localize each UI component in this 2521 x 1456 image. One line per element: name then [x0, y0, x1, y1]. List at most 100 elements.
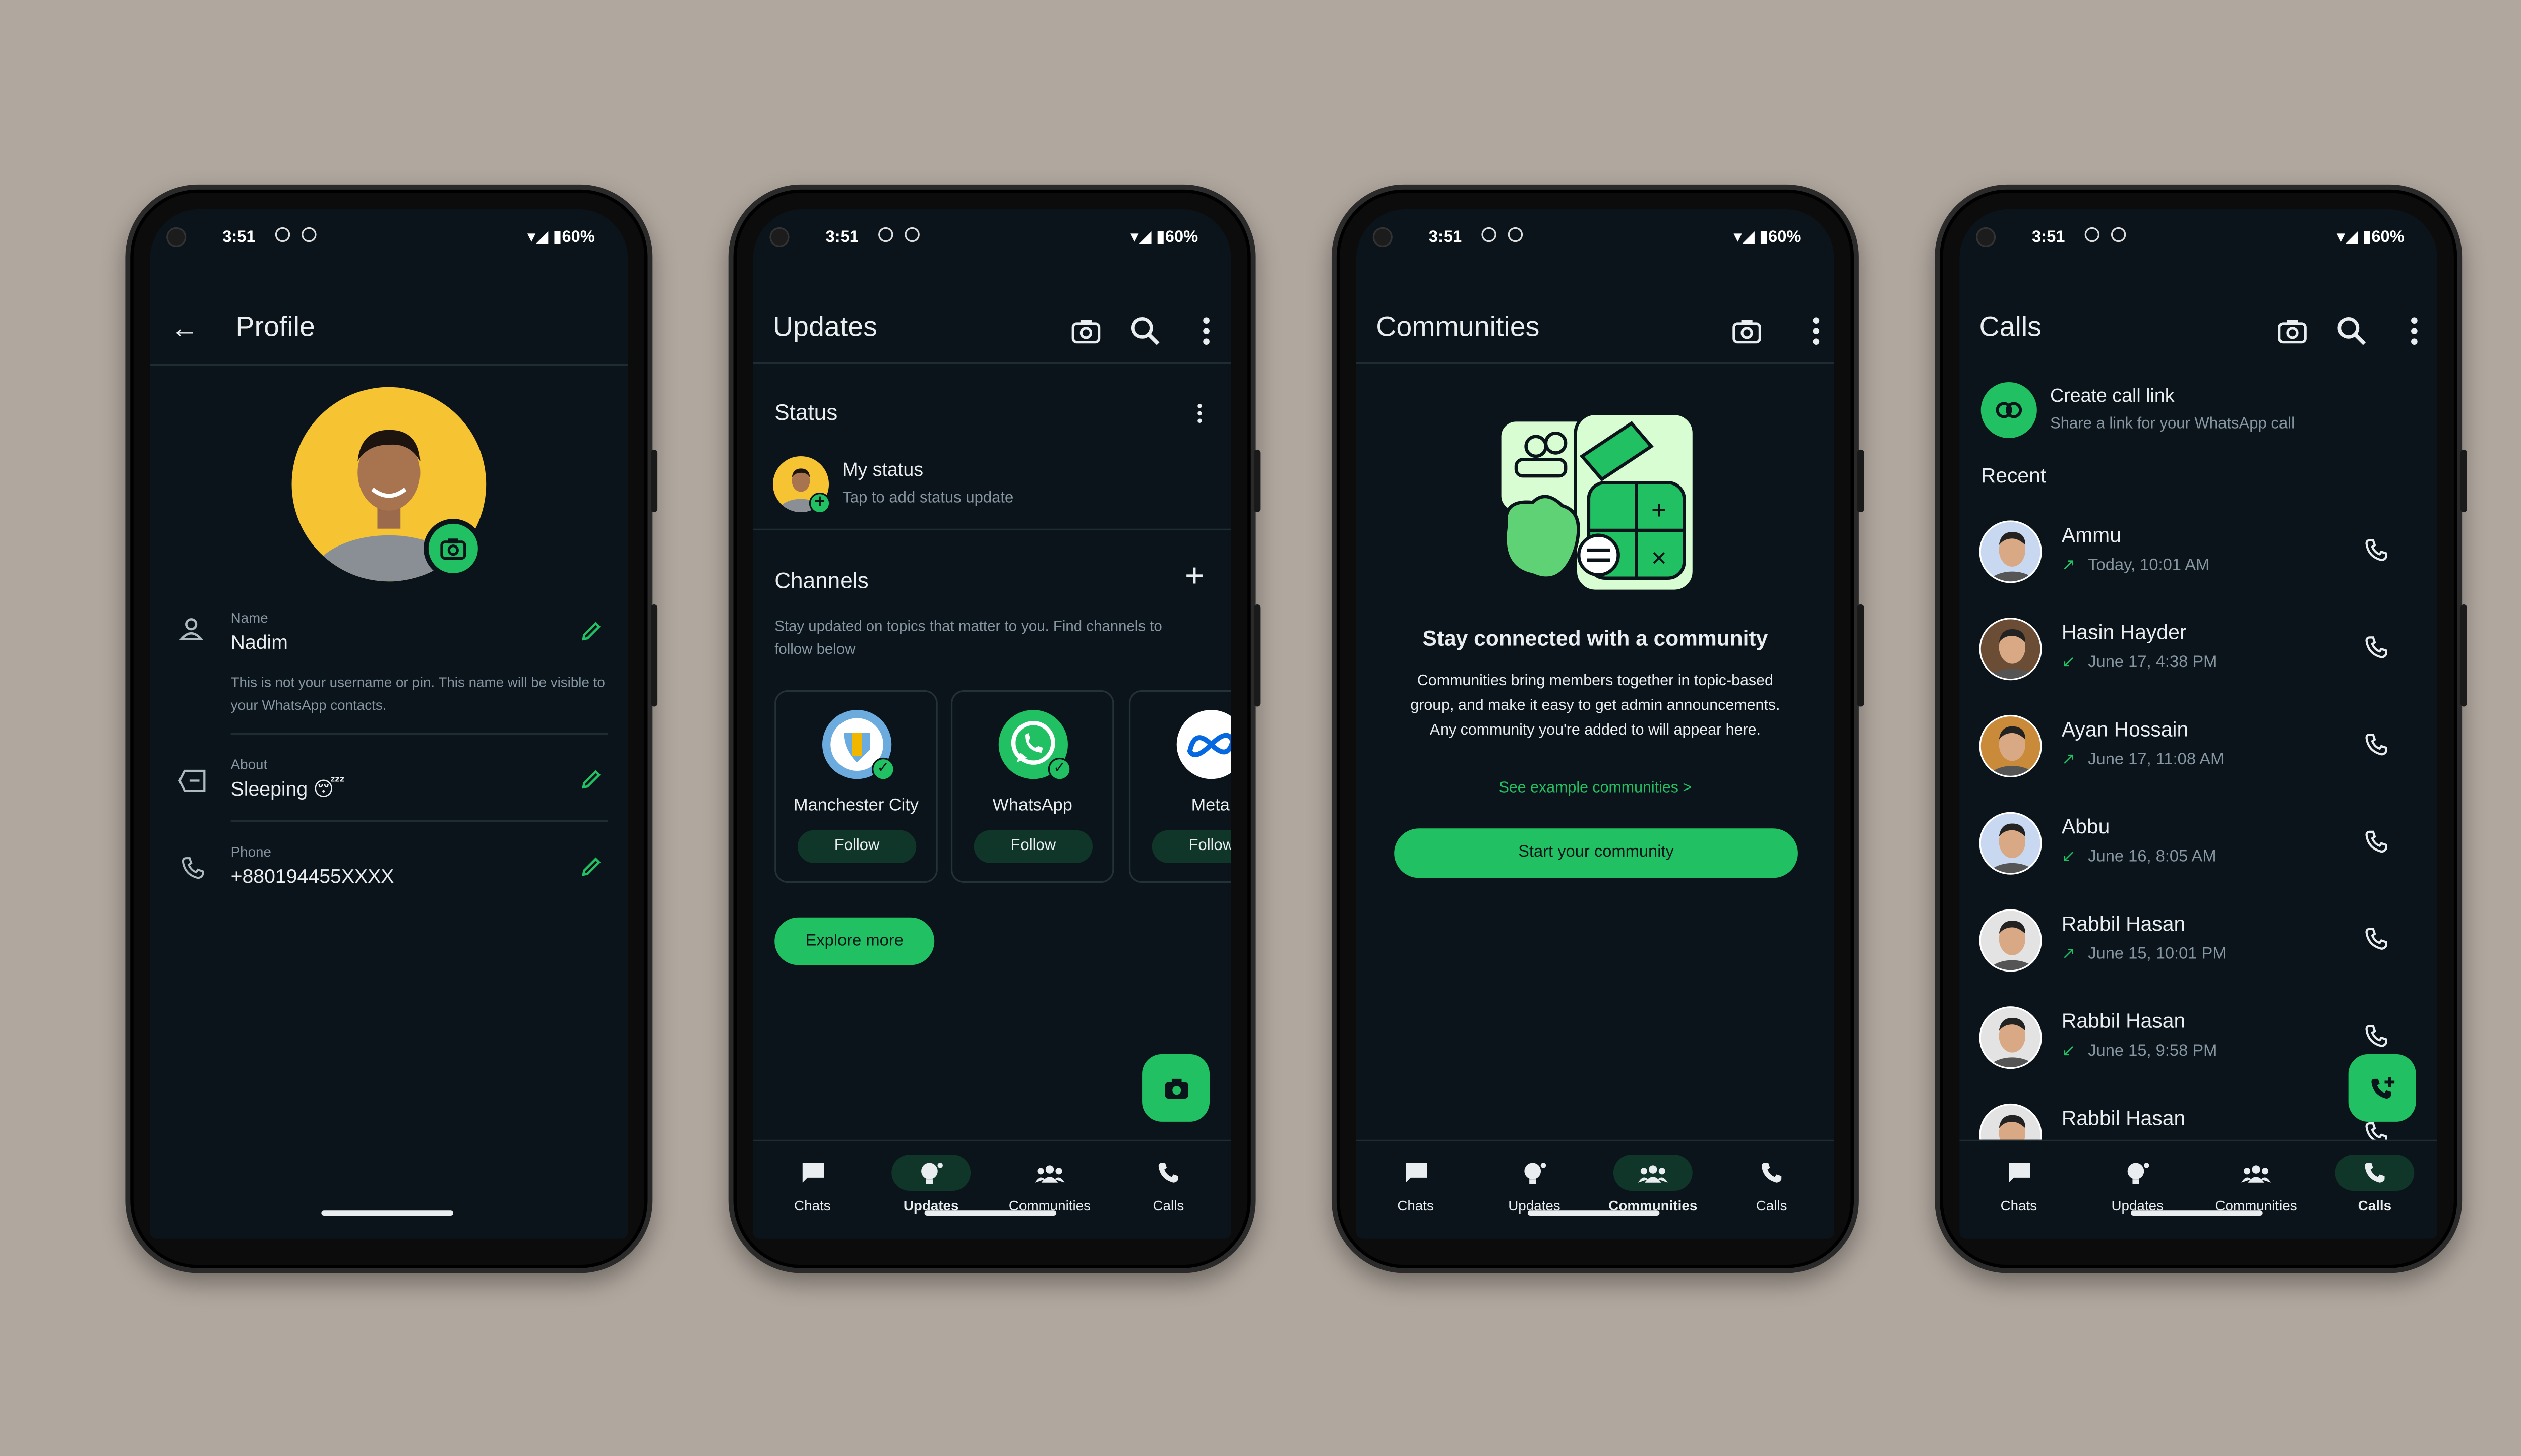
home-indicator[interactable] — [2131, 1210, 2263, 1216]
edit-pencil-icon — [582, 770, 601, 789]
name-label: Name — [230, 609, 268, 626]
call-phone-icon[interactable] — [2365, 538, 2388, 562]
avatar[interactable] — [1979, 520, 2042, 583]
nav-chats[interactable]: Chats — [763, 1155, 862, 1214]
phone-row[interactable]: Phone +880194455XXXX — [150, 840, 628, 909]
call-time: June 15, 10:01 PM — [2088, 945, 2227, 964]
call-phone-icon[interactable] — [2365, 927, 2388, 950]
status-bar: 3:51 ▾◢ ▮60% — [150, 209, 628, 265]
edit-pencil-icon — [582, 622, 601, 641]
call-phone-icon[interactable] — [2365, 1024, 2388, 1048]
call-row[interactable]: Ammu ↗ Today, 10:01 AM — [1959, 519, 2437, 611]
see-examples-link[interactable]: See example communities > — [1356, 779, 1834, 796]
call-row[interactable]: Hasin Hayder ↙ June 17, 4:38 PM — [1959, 616, 2437, 708]
new-call-fab[interactable] — [2348, 1054, 2416, 1122]
call-row[interactable]: Rabbil Hasan ↗ June 15, 10:01 PM — [1959, 907, 2437, 1000]
communities-topbar: Communities — [1356, 295, 1834, 365]
channel-card[interactable]: ✓ Manchester City Follow — [774, 690, 938, 883]
channels-heading: Channels — [774, 568, 869, 593]
camera-cutout — [166, 227, 187, 248]
nav-communities[interactable]: Communities — [2207, 1155, 2306, 1214]
home-indicator[interactable] — [924, 1210, 1057, 1216]
name-value: Nadim — [230, 631, 288, 654]
call-row[interactable]: Abbu ↙ June 16, 8:05 AM — [1959, 810, 2437, 902]
phone-value: +880194455XXXX — [230, 865, 394, 888]
follow-button[interactable]: Follow — [974, 830, 1093, 863]
camera-cutout — [1372, 227, 1393, 248]
call-time: June 15, 9:58 PM — [2088, 1043, 2217, 1061]
call-time: June 17, 4:38 PM — [2088, 653, 2217, 672]
camera-icon[interactable] — [1732, 316, 1762, 346]
call-direction-icon: ↗ — [2061, 945, 2076, 964]
my-status-row[interactable]: + My status Tap to add status update — [753, 450, 1231, 516]
nav-updates[interactable]: Updates — [882, 1155, 981, 1214]
call-phone-icon[interactable] — [2365, 830, 2388, 854]
start-community-button[interactable]: Start your community — [1394, 828, 1798, 878]
my-status-title: My status — [842, 461, 924, 481]
call-phone-icon[interactable] — [2365, 733, 2388, 756]
caller-name: Ayan Hossain — [2061, 718, 2189, 742]
home-indicator[interactable] — [1527, 1210, 1660, 1216]
community-illustration: + × — [1498, 411, 1696, 593]
status-more-icon[interactable] — [1196, 403, 1203, 423]
about-label: About — [230, 756, 268, 773]
channel-card[interactable]: Meta Follow — [1128, 690, 1231, 883]
page-title: Profile — [235, 311, 315, 343]
avatar[interactable] — [1979, 714, 2042, 778]
nav-chats[interactable]: Chats — [1969, 1155, 2068, 1214]
channel-name: Meta — [1191, 795, 1230, 816]
chat-icon — [1405, 1163, 1426, 1183]
updates-icon — [920, 1162, 942, 1184]
nav-calls[interactable]: Calls — [1722, 1155, 1821, 1214]
follow-button[interactable]: Follow — [1152, 830, 1231, 863]
call-direction-icon: ↙ — [2061, 848, 2076, 867]
follow-button[interactable]: Follow — [797, 830, 917, 863]
call-phone-icon[interactable] — [2365, 636, 2388, 659]
about-row[interactable]: About Sleeping 😴 — [150, 753, 628, 822]
name-row[interactable]: Name Nadim This is not your username or … — [150, 604, 628, 733]
call-phone-icon[interactable] — [2365, 1122, 2388, 1140]
back-arrow-icon[interactable]: ← — [170, 314, 200, 344]
nav-communities[interactable]: Communities — [1000, 1155, 1099, 1214]
avatar[interactable] — [1979, 1103, 2042, 1140]
call-row[interactable]: Ayan Hossain ↗ June 17, 11:08 AM — [1959, 713, 2437, 806]
notification-icon — [275, 227, 290, 242]
camera-fab[interactable] — [1142, 1054, 1210, 1122]
nav-calls[interactable]: Calls — [2325, 1155, 2424, 1214]
bottom-nav: Chats Updates Communities Calls — [1959, 1139, 2438, 1239]
nav-chats[interactable]: Chats — [1366, 1155, 1465, 1214]
avatar[interactable] — [1979, 1006, 2042, 1069]
mockup-stage: 3:51 ▾◢ ▮60% ← Profile Name Nadim This i… — [0, 0, 2521, 1456]
bottom-nav: Chats Updates Communities Calls — [753, 1139, 1231, 1239]
call-direction-icon: ↙ — [2061, 1043, 2076, 1061]
add-status-icon: + — [809, 492, 831, 514]
add-channel-icon[interactable]: + — [1185, 559, 1204, 596]
more-options-icon[interactable] — [1191, 316, 1221, 346]
nav-calls[interactable]: Calls — [1119, 1155, 1218, 1214]
status-time: 3:51 — [1428, 229, 1462, 248]
nav-communities[interactable]: Communities — [1603, 1155, 1702, 1214]
name-hint: This is not your username or pin. This n… — [230, 674, 605, 713]
calls-list: Ammu ↗ Today, 10:01 AM Hasin Hayder ↙ June 17… — [1959, 209, 2437, 1140]
channel-card[interactable]: ✓ WhatsApp Follow — [950, 690, 1114, 883]
call-direction-icon: ↗ — [2061, 751, 2076, 769]
change-photo-button[interactable] — [424, 519, 483, 578]
search-icon[interactable] — [1130, 316, 1160, 346]
explore-more-button[interactable]: Explore more — [774, 917, 935, 965]
page-title: Updates — [772, 311, 877, 343]
bottom-nav: Chats Updates Communities Calls — [1356, 1139, 1834, 1239]
nav-updates[interactable]: Updates — [1485, 1155, 1584, 1214]
camera-icon[interactable] — [1071, 316, 1101, 346]
profile-topbar: ← Profile — [150, 295, 628, 364]
chat-icon — [802, 1163, 823, 1183]
more-options-icon[interactable] — [1801, 316, 1831, 346]
updates-icon — [2126, 1162, 2148, 1184]
home-indicator[interactable] — [321, 1210, 453, 1216]
status-bar: 3:51 ▾◢ ▮60% — [753, 209, 1231, 265]
status-time: 3:51 — [222, 229, 256, 248]
avatar[interactable] — [1979, 618, 2042, 681]
nav-updates[interactable]: Updates — [2088, 1155, 2187, 1214]
avatar[interactable] — [1979, 909, 2042, 972]
caller-name: Rabbil Hasan — [2061, 1009, 2186, 1033]
avatar[interactable] — [1979, 812, 2042, 875]
